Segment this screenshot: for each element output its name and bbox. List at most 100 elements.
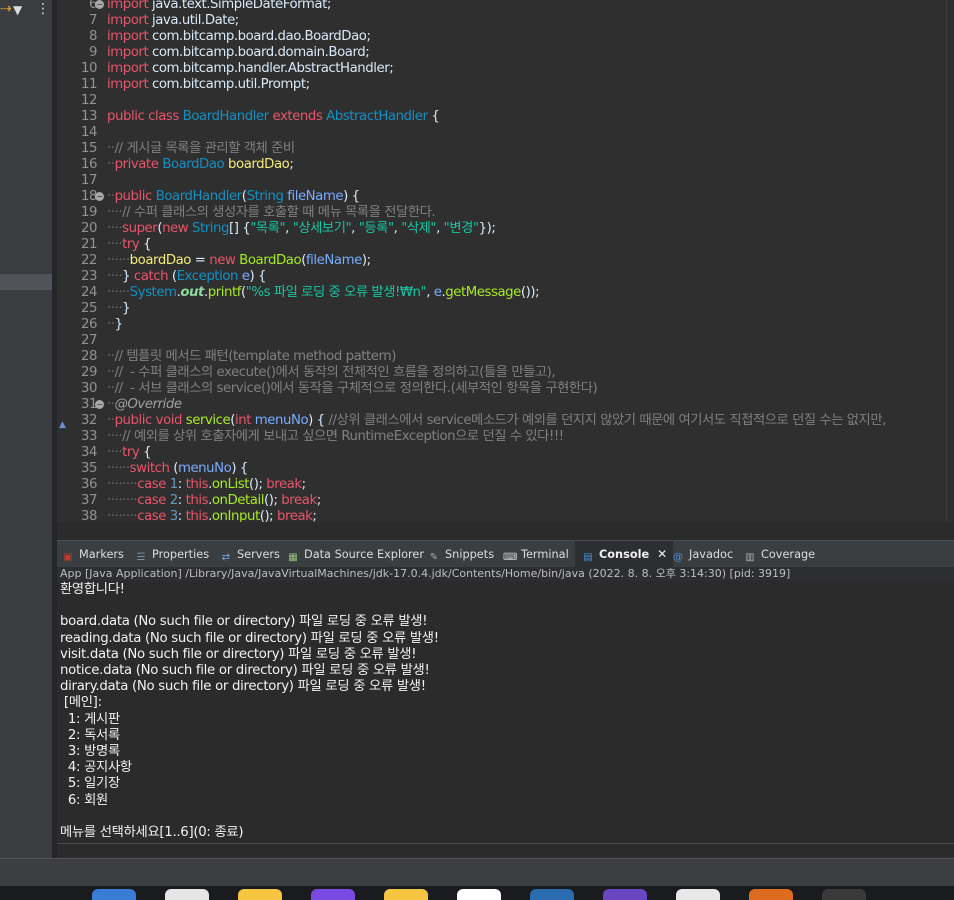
line-number: 7 bbox=[88, 13, 97, 28]
code-line[interactable]: 9 import com.bitcamp.board.domain.Board; bbox=[57, 45, 954, 61]
console-line: 4: 공지사항 bbox=[60, 760, 132, 776]
code-line[interactable]: 30 ··// - 서브 클래스의 service()에서 동작을 구체적으로 정… bbox=[57, 381, 954, 397]
code-line[interactable]: 6− import java.text.SimpleDateFormat; bbox=[57, 0, 954, 13]
code-text: public class BoardHandler extends Abstra… bbox=[107, 109, 440, 124]
code-line[interactable]: 10 import com.bitcamp.handler.AbstractHan… bbox=[57, 61, 954, 77]
view-menu-icon[interactable]: ⋮ bbox=[36, 1, 50, 17]
line-number: 19 bbox=[80, 205, 97, 220]
code-line[interactable]: 21 ····try { bbox=[57, 237, 954, 253]
code-line[interactable]: 33 ····// 예외를 상위 호출자에게 보내고 싶으면 RuntimeExc… bbox=[57, 429, 954, 445]
code-line[interactable]: 14 bbox=[57, 125, 954, 141]
code-line[interactable]: 31− ··@Override bbox=[57, 397, 954, 413]
line-number: 35 bbox=[80, 461, 97, 476]
code-line[interactable]: 8 import com.bitcamp.board.dao.BoardDao; bbox=[57, 29, 954, 45]
dock-app-icon[interactable] bbox=[749, 889, 793, 900]
selected-tree-row[interactable] bbox=[0, 274, 52, 290]
code-text: import com.bitcamp.util.Prompt; bbox=[107, 77, 310, 92]
fold-toggle-icon[interactable]: − bbox=[95, 0, 104, 9]
code-line[interactable]: 17 bbox=[57, 173, 954, 189]
code-line[interactable]: 37 ········case 2: this.onDetail(); break… bbox=[57, 493, 954, 509]
code-line[interactable]: 36 ········case 1: this.onList(); break; bbox=[57, 477, 954, 493]
code-line[interactable]: 22 ······boardDao = new BoardDao(fileName… bbox=[57, 253, 954, 269]
code-text: ··public void service(int menuNo) { //상위… bbox=[107, 413, 886, 428]
code-line[interactable]: 34 ····try { bbox=[57, 445, 954, 461]
code-line[interactable]: 20 ····super(new String[] {"목록", "상세보기", … bbox=[57, 221, 954, 237]
code-text: ··public BoardHandler(String fileName) { bbox=[107, 189, 360, 204]
close-icon[interactable]: ✕ bbox=[657, 547, 667, 561]
code-line[interactable]: 28 ··// 템플릿 메서드 패턴(template method patter… bbox=[57, 349, 954, 365]
tab-properties[interactable]: ☰ Properties bbox=[134, 541, 210, 568]
code-text: import com.bitcamp.board.dao.BoardDao; bbox=[107, 29, 371, 44]
line-number: 30 bbox=[80, 381, 97, 396]
console-output[interactable]: 환영합니다! board.data (No such file or direct… bbox=[57, 581, 954, 843]
line-number: 37 bbox=[80, 493, 97, 508]
dock-app-icon[interactable] bbox=[165, 889, 209, 900]
code-line[interactable]: 7 import java.util.Date; bbox=[57, 13, 954, 29]
vertical-scrollbar[interactable] bbox=[946, 0, 954, 522]
code-line[interactable]: 18− ··public BoardHandler(String fileName… bbox=[57, 189, 954, 205]
line-number: 24 bbox=[80, 285, 97, 300]
code-line[interactable]: 19 ····// 수퍼 클래스의 생성자를 호출할 때 메뉴 목록을 전달한다. bbox=[57, 205, 954, 221]
dock-app-icon[interactable] bbox=[311, 889, 355, 900]
code-line[interactable]: 29 ··// - 수퍼 클래스의 execute()에서 동작의 전체적인 흐름… bbox=[57, 365, 954, 381]
line-number: 29 bbox=[80, 365, 97, 380]
tab-terminal[interactable]: ⌨ Terminal bbox=[503, 541, 569, 568]
code-line[interactable]: 38 ········case 3: this.onInput(); break; bbox=[57, 509, 954, 522]
console-line: 1: 게시판 bbox=[60, 711, 120, 727]
tab-coverage[interactable]: ▥ Coverage bbox=[743, 541, 815, 568]
code-line[interactable]: 23 ····} catch (Exception e) { bbox=[57, 269, 954, 285]
snippets-icon: ✎ bbox=[429, 552, 439, 563]
java-editor[interactable]: 6− import java.text.SimpleDateFormat; 7 imp… bbox=[57, 0, 954, 522]
line-number: 13 bbox=[80, 109, 97, 124]
code-line[interactable]: 27 bbox=[57, 333, 954, 349]
dock-app-icon[interactable] bbox=[530, 889, 574, 900]
dock-app-icon[interactable] bbox=[238, 889, 282, 900]
line-number: 28 bbox=[80, 349, 97, 364]
tab-servers[interactable]: ⇄ Servers bbox=[219, 541, 280, 568]
dock-app-icon[interactable] bbox=[822, 889, 866, 900]
code-line[interactable]: 26 ··} bbox=[57, 317, 954, 333]
code-line[interactable]: 32 ▲ ··public void service(int menuNo) { /… bbox=[57, 413, 954, 430]
console-line: 2: 독서록 bbox=[60, 727, 120, 743]
line-number: 21 bbox=[80, 237, 97, 252]
code-line[interactable]: 12 bbox=[57, 93, 954, 109]
line-number: 18 bbox=[80, 189, 97, 204]
code-line[interactable]: 16 ··private BoardDao boardDao; bbox=[57, 157, 954, 173]
code-text: ····} bbox=[107, 301, 131, 316]
code-text: ··// - 서브 클래스의 service()에서 동작을 구체적으로 정의한… bbox=[107, 381, 598, 396]
code-text: ····try { bbox=[107, 445, 152, 460]
tab-markers[interactable]: ▣ Markers bbox=[61, 541, 124, 568]
code-line[interactable]: 24 ······System.out.printf("%s 파일 로딩 중 오류… bbox=[57, 285, 954, 301]
link-editor-icon[interactable]: ⇢ bbox=[0, 1, 12, 17]
dock-app-icon[interactable] bbox=[676, 889, 720, 900]
dock-app-icon[interactable] bbox=[457, 889, 501, 900]
code-line[interactable]: 13 public class BoardHandler extends Abst… bbox=[57, 109, 954, 125]
console-line: 메뉴를 선택하세요[1..6](0: 종료) bbox=[60, 825, 244, 840]
dock-app-icon[interactable] bbox=[92, 889, 136, 900]
tab-data-source-explorer[interactable]: ▦ Data Source Explorer bbox=[286, 541, 424, 568]
line-number: 6 bbox=[88, 0, 97, 12]
line-number: 9 bbox=[88, 45, 97, 60]
tab-snippets[interactable]: ✎ Snippets bbox=[427, 541, 494, 568]
dock-app-icon[interactable] bbox=[603, 889, 647, 900]
code-text: ··private BoardDao boardDao; bbox=[107, 157, 294, 172]
code-text: ········case 1: this.onList(); break; bbox=[107, 477, 306, 492]
code-line[interactable]: 15 ··// 게시글 목록을 관리할 객체 준비 bbox=[57, 141, 954, 157]
code-line[interactable]: 25 ····} bbox=[57, 301, 954, 317]
dock-app-icon[interactable] bbox=[384, 889, 428, 900]
editor-horizontal-scrollbar[interactable] bbox=[57, 522, 954, 540]
terminal-icon: ⌨ bbox=[503, 552, 518, 563]
fold-toggle-icon[interactable]: − bbox=[95, 192, 104, 201]
bottom-panel-tabs: ▣ Markers ☰ Properties ⇄ Servers ▦ Data Source … bbox=[57, 540, 954, 568]
filter-icon[interactable]: ▼ bbox=[13, 3, 22, 17]
code-text: ··} bbox=[107, 317, 123, 332]
javadoc-icon: @ bbox=[673, 552, 683, 563]
code-text: ····} catch (Exception e) { bbox=[107, 269, 267, 284]
code-text: ····super(new String[] {"목록", "상세보기", "등… bbox=[107, 221, 496, 236]
tab-javadoc[interactable]: @ Javadoc bbox=[671, 541, 733, 568]
line-number: 33 bbox=[80, 429, 97, 444]
code-line[interactable]: 11 import com.bitcamp.util.Prompt; bbox=[57, 77, 954, 93]
code-line[interactable]: 35 ······switch (menuNo) { bbox=[57, 461, 954, 477]
tab-console[interactable]: ▤ Console ✕ bbox=[575, 541, 674, 568]
fold-toggle-icon[interactable]: − bbox=[95, 400, 104, 409]
